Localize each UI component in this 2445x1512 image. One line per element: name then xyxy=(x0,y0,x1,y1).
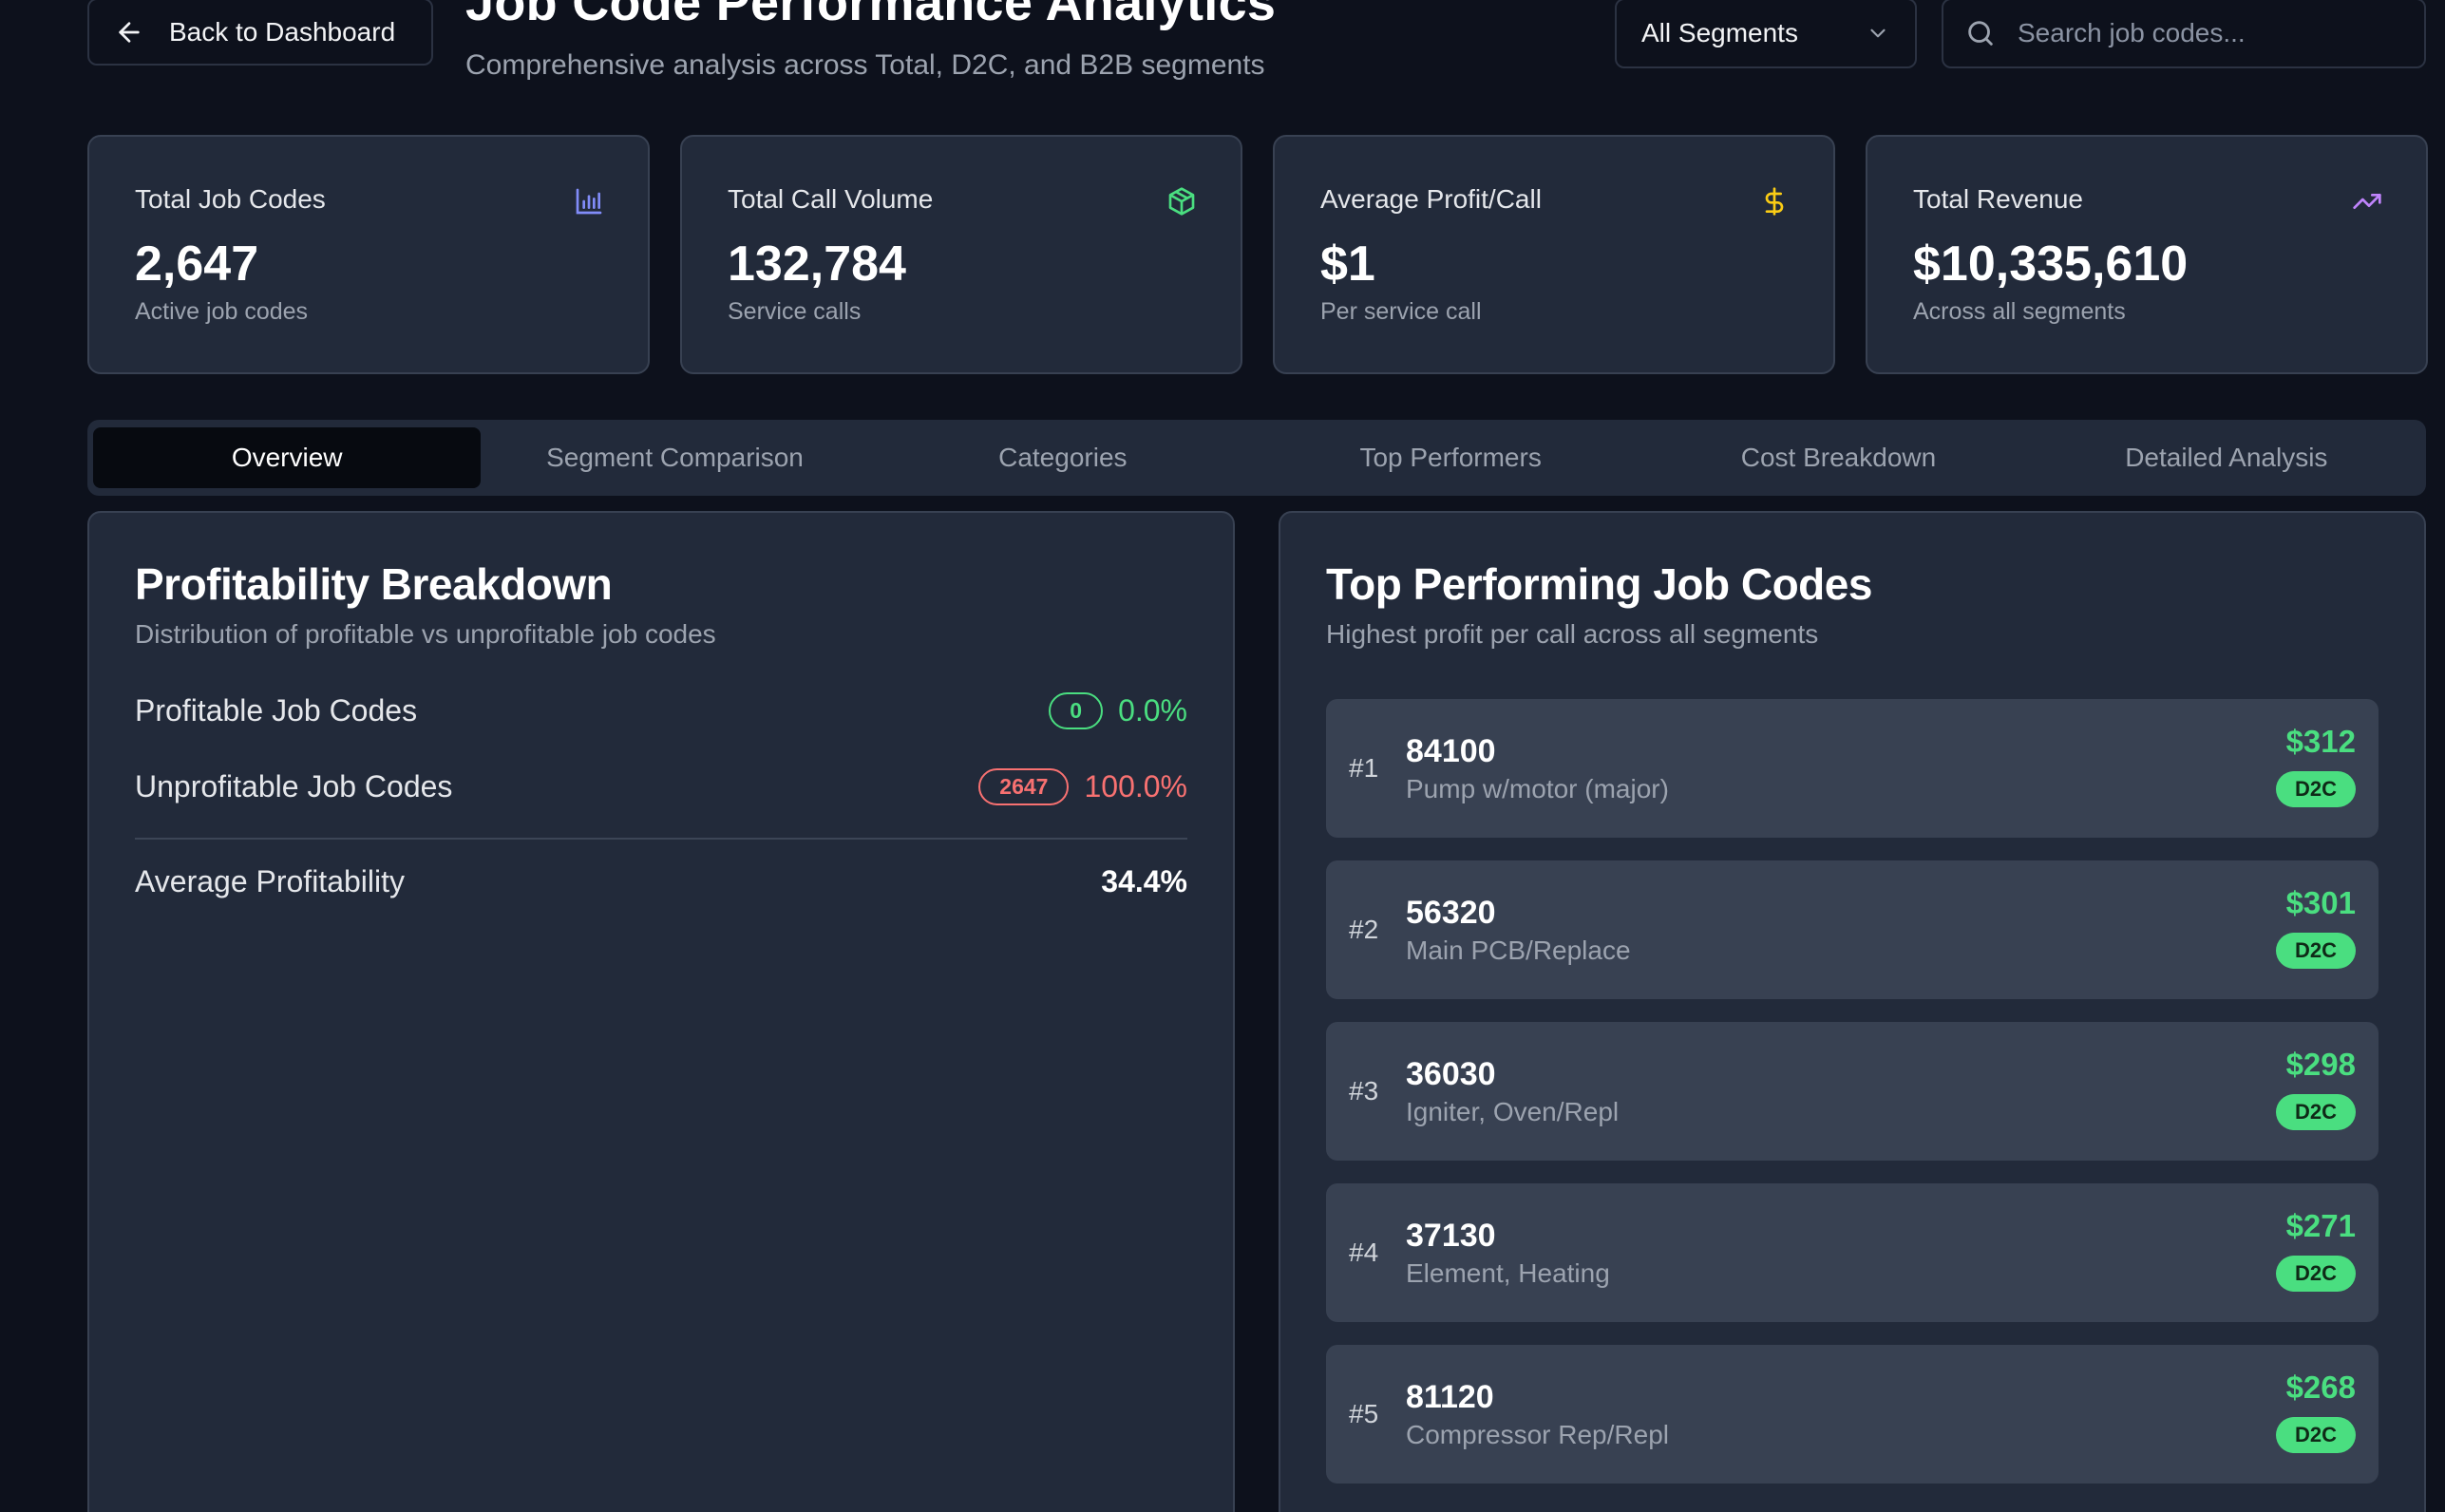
dollar-icon xyxy=(1765,187,1784,216)
profit-value: $312 xyxy=(2285,724,2356,759)
segment-badge: D2C xyxy=(2275,1256,2356,1292)
profitable-pct: 0.0% xyxy=(1118,692,1187,728)
list-item[interactable]: #1 84100 Pump w/motor (major) $312 D2C xyxy=(1326,699,2379,838)
search-box[interactable] xyxy=(1942,0,2426,68)
segment-select-value: All Segments xyxy=(1641,18,1798,47)
search-input[interactable] xyxy=(2018,18,2417,48)
rank-label: #1 xyxy=(1349,753,1379,783)
profitability-panel: Profitability Breakdown Distribution of … xyxy=(87,511,1235,1512)
unprofitable-row: Unprofitable Job Codes 2647 100.0% xyxy=(135,748,1187,824)
rank-label: #3 xyxy=(1349,1076,1379,1106)
stat-label: Total Call Volume xyxy=(728,184,934,214)
stat-sub: Per service call xyxy=(1320,298,1482,325)
stat-card-total-job-codes: Total Job Codes 2,647 Active job codes xyxy=(87,135,650,374)
top-performers-panel: Top Performing Job Codes Highest profit … xyxy=(1279,511,2426,1512)
back-to-dashboard-button[interactable]: Back to Dashboard xyxy=(87,0,433,66)
segment-badge: D2C xyxy=(2275,1417,2356,1453)
segment-badge: D2C xyxy=(2275,771,2356,807)
rank-label: #5 xyxy=(1349,1399,1379,1428)
job-description: Pump w/motor (major) xyxy=(1406,773,1669,803)
bar-chart-icon xyxy=(576,188,602,215)
list-item[interactable]: #4 37130 Element, Heating $271 D2C xyxy=(1326,1183,2379,1322)
list-item[interactable]: #3 36030 Igniter, Oven/Repl $298 D2C xyxy=(1326,1022,2379,1161)
rank-label: #2 xyxy=(1349,915,1379,944)
stat-value: $1 xyxy=(1320,236,1375,292)
rank-label: #4 xyxy=(1349,1238,1379,1267)
unprofitable-count-badge: 2647 xyxy=(978,767,1070,805)
stat-label: Average Profit/Call xyxy=(1320,184,1542,214)
profitable-count-badge: 0 xyxy=(1049,691,1104,729)
profitability-title: Profitability Breakdown xyxy=(135,559,613,609)
page-subtitle: Comprehensive analysis across Total, D2C… xyxy=(465,49,1265,81)
job-code: 56320 xyxy=(1406,894,1496,931)
avg-profitability-label: Average Profitability xyxy=(135,864,405,898)
job-code: 36030 xyxy=(1406,1055,1496,1092)
stat-value: $10,335,610 xyxy=(1913,236,2189,292)
segment-badge: D2C xyxy=(2275,933,2356,969)
job-description: Main PCB/Replace xyxy=(1406,935,1631,965)
job-code: 37130 xyxy=(1406,1217,1496,1254)
segment-badge: D2C xyxy=(2275,1094,2356,1130)
job-code: 84100 xyxy=(1406,732,1496,769)
profit-value: $298 xyxy=(2285,1047,2356,1082)
page-title: Job Code Performance Analytics xyxy=(465,0,1277,31)
top-performers-title: Top Performing Job Codes xyxy=(1326,559,1872,609)
list-item[interactable]: #5 81120 Compressor Rep/Repl $268 D2C xyxy=(1326,1345,2379,1484)
profit-value: $268 xyxy=(2285,1370,2356,1405)
avg-profitability-value: 34.4% xyxy=(1101,864,1187,898)
profit-value: $301 xyxy=(2285,885,2356,920)
average-profitability-row: Average Profitability 34.4% xyxy=(135,864,1187,899)
unprofitable-pct: 100.0% xyxy=(1084,768,1187,803)
stat-value: 132,784 xyxy=(728,236,906,292)
tab-bar: Overview Segment Comparison Categories T… xyxy=(87,420,2426,496)
segment-select[interactable]: All Segments xyxy=(1615,0,1917,68)
search-icon xyxy=(1968,21,1993,46)
profitable-row: Profitable Job Codes 0 0.0% xyxy=(135,672,1187,748)
profit-value: $271 xyxy=(2285,1208,2356,1243)
stat-card-total-revenue: Total Revenue $10,335,610 Across all seg… xyxy=(1866,135,2428,374)
tab-overview[interactable]: Overview xyxy=(93,427,482,488)
unprofitable-label: Unprofitable Job Codes xyxy=(135,768,453,803)
tab-cost-breakdown[interactable]: Cost Breakdown xyxy=(1644,427,2032,488)
job-code: 81120 xyxy=(1406,1378,1494,1415)
profitable-label: Profitable Job Codes xyxy=(135,692,418,728)
back-button-label: Back to Dashboard xyxy=(169,16,396,47)
stat-card-average-profit: Average Profit/Call $1 Per service call xyxy=(1273,135,1835,374)
stat-label: Total Revenue xyxy=(1913,184,2084,214)
stat-value: 2,647 xyxy=(135,236,259,292)
list-item[interactable]: #2 56320 Main PCB/Replace $301 D2C xyxy=(1326,860,2379,999)
top-performers-list: #1 84100 Pump w/motor (major) $312 D2C #… xyxy=(1326,699,2379,1484)
arrow-left-icon xyxy=(119,21,140,43)
tab-categories[interactable]: Categories xyxy=(869,427,1257,488)
stat-label: Total Job Codes xyxy=(135,184,326,214)
divider xyxy=(135,838,1187,840)
profitability-subtitle: Distribution of profitable vs unprofitab… xyxy=(135,619,716,649)
job-description: Compressor Rep/Repl xyxy=(1406,1419,1669,1449)
top-performers-subtitle: Highest profit per call across all segme… xyxy=(1326,619,1819,649)
trending-up-icon xyxy=(2353,194,2381,209)
tab-top-performers[interactable]: Top Performers xyxy=(1257,427,1644,488)
stat-sub: Across all segments xyxy=(1913,298,2126,325)
package-icon xyxy=(1168,187,1195,216)
stat-sub: Active job codes xyxy=(135,298,309,325)
tab-detailed-analysis[interactable]: Detailed Analysis xyxy=(2033,427,2420,488)
analytics-page: Back to Dashboard Job Code Performance A… xyxy=(0,0,2445,1512)
stat-card-total-call-volume: Total Call Volume 132,784 Service calls xyxy=(680,135,1242,374)
job-description: Element, Heating xyxy=(1406,1257,1610,1288)
tab-segment-comparison[interactable]: Segment Comparison xyxy=(481,427,868,488)
stat-sub: Service calls xyxy=(728,298,862,325)
job-description: Igniter, Oven/Repl xyxy=(1406,1096,1620,1126)
chevron-down-icon xyxy=(1870,28,1886,38)
